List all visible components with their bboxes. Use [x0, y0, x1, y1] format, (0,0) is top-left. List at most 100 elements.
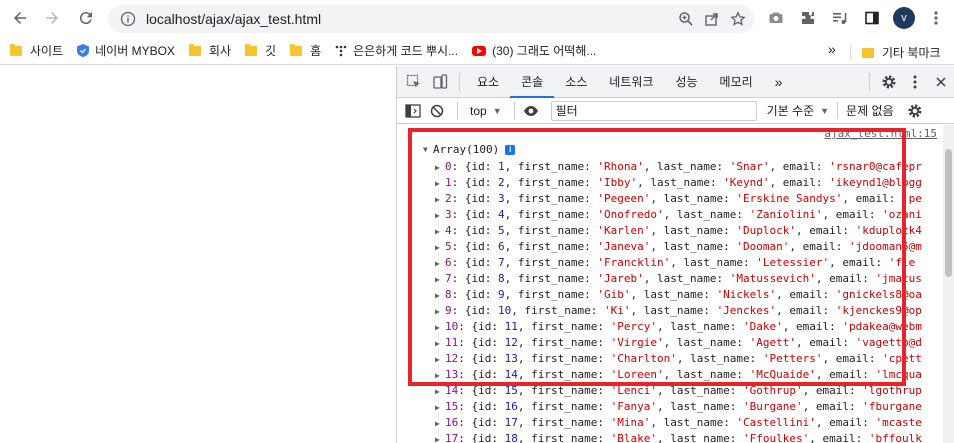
triangle-right-icon[interactable]: ▶: [435, 320, 445, 336]
side-panel-icon[interactable]: [858, 4, 886, 32]
bookmark-item[interactable]: 깃: [245, 42, 276, 59]
extensions-icon[interactable]: [794, 4, 822, 32]
triangle-right-icon[interactable]: ▶: [435, 288, 445, 304]
value-email: 'vagettb@d: [855, 336, 922, 349]
table-row[interactable]: ▶ 16: {id: 17, first_name: 'Mina', last_n…: [435, 415, 922, 431]
tab-network[interactable]: 네트워크: [598, 66, 664, 98]
zoom-icon[interactable]: [678, 11, 694, 27]
table-row[interactable]: ▶ 4: {id: 5, first_name: 'Karlen', last_n…: [435, 223, 922, 239]
tab-performance[interactable]: 성능: [664, 66, 708, 98]
eye-icon[interactable]: [521, 101, 541, 121]
more-tabs-button[interactable]: »: [764, 66, 794, 98]
avatar: v: [893, 7, 915, 29]
table-row[interactable]: ▶ 17: {id: 18, first_name: 'Blake', last_…: [435, 431, 922, 443]
issues-button[interactable]: 문제 없음: [837, 102, 894, 119]
info-icon[interactable]: i: [505, 144, 516, 155]
source-link[interactable]: ajax_test.html:15: [824, 127, 937, 140]
triangle-right-icon[interactable]: ▶: [435, 336, 445, 352]
bookmarks-overflow-button[interactable]: »: [828, 41, 836, 57]
share-icon[interactable]: [704, 11, 720, 27]
triangle-right-icon[interactable]: ▶: [435, 400, 445, 416]
value-last-name: 'Erskine Sandys': [736, 192, 843, 205]
row-index: 8: [445, 288, 452, 301]
star-icon[interactable]: [730, 11, 746, 27]
browser-toolbar: localhost/ajax/ajax_test.html v: [0, 0, 954, 37]
bookmark-item[interactable]: 회사: [188, 42, 231, 59]
clear-console-icon[interactable]: [427, 101, 447, 121]
bookmark-item[interactable]: 사이트: [10, 42, 63, 59]
triangle-right-icon[interactable]: ▶: [435, 208, 445, 224]
triangle-down-icon[interactable]: ▼: [423, 145, 433, 154]
bookmark-item[interactable]: 홈: [290, 42, 321, 59]
bookmark-item[interactable]: 네이버 MYBOX: [77, 42, 175, 59]
table-row[interactable]: ▶ 9: {id: 10, first_name: 'Ki', last_name…: [435, 303, 922, 319]
key: , first_name:: [504, 240, 598, 253]
value-first-name: 'Rhona': [597, 160, 644, 173]
table-row[interactable]: ▶ 8: {id: 9, first_name: 'Gib', last_name…: [435, 287, 922, 303]
arrow-left-icon: [14, 12, 26, 24]
table-row[interactable]: ▶ 6: {id: 7, first_name: 'Francklin', las…: [435, 255, 922, 271]
bookmark-item[interactable]: (30) 그래도 어떡해...: [472, 42, 596, 59]
punct: : {: [451, 208, 472, 221]
context-selector[interactable]: top ▼: [470, 104, 502, 118]
address-bar[interactable]: localhost/ajax/ajax_test.html: [108, 5, 754, 33]
triangle-right-icon[interactable]: ▶: [435, 256, 445, 272]
table-row[interactable]: ▶ 7: {id: 8, first_name: 'Jareb', last_na…: [435, 271, 922, 287]
value-first-name: 'Mina': [610, 416, 651, 429]
camera-extension-icon[interactable]: [762, 4, 790, 32]
back-button[interactable]: [4, 2, 36, 34]
forward-button[interactable]: [36, 2, 68, 34]
table-row[interactable]: ▶ 15: {id: 16, first_name: 'Fanya', last_…: [435, 399, 922, 415]
triangle-right-icon[interactable]: ▶: [435, 304, 445, 320]
filter-input[interactable]: [550, 100, 757, 121]
key: , email:: [796, 336, 856, 349]
settings-gear-icon[interactable]: [876, 69, 902, 95]
console-settings-gear-icon[interactable]: [906, 102, 924, 120]
table-row[interactable]: ▶ 11: {id: 12, first_name: 'Virgie', last…: [435, 335, 922, 351]
media-control-icon[interactable]: [826, 4, 854, 32]
devtools-menu-icon[interactable]: [902, 69, 928, 95]
table-row[interactable]: ▶ 2: {id: 3, first_name: 'Pegeen', last_n…: [435, 191, 922, 207]
value-first-name: 'Karlen': [597, 224, 651, 237]
sidebar-toggle-icon[interactable]: [403, 101, 423, 121]
bookmark-item[interactable]: 은은하게 코드 뿌시...: [335, 42, 458, 59]
profile-button[interactable]: v: [890, 4, 918, 32]
tab-console[interactable]: 콘솔: [510, 66, 555, 98]
device-toolbar-icon[interactable]: [427, 69, 453, 95]
url-text[interactable]: localhost/ajax/ajax_test.html: [146, 11, 321, 27]
close-devtools-icon[interactable]: [928, 69, 954, 95]
array-header[interactable]: ▼ Array(100) i: [423, 143, 516, 156]
triangle-right-icon[interactable]: ▶: [435, 192, 445, 208]
triangle-right-icon[interactable]: ▶: [435, 384, 445, 400]
triangle-right-icon[interactable]: ▶: [435, 272, 445, 288]
triangle-right-icon[interactable]: ▶: [435, 224, 445, 240]
tab-sources[interactable]: 소스: [554, 66, 598, 98]
triangle-right-icon[interactable]: ▶: [435, 176, 445, 192]
table-row[interactable]: ▶ 12: {id: 13, first_name: 'Charlton', la…: [435, 351, 922, 367]
triangle-right-icon[interactable]: ▶: [435, 368, 445, 384]
tab-elements[interactable]: 요소: [466, 66, 510, 98]
kebab-menu-icon[interactable]: [922, 4, 950, 32]
log-levels-dropdown[interactable]: 기본 수준 ▼: [767, 102, 829, 119]
triangle-right-icon[interactable]: ▶: [435, 240, 445, 256]
site-info-icon[interactable]: [120, 11, 136, 27]
other-bookmarks[interactable]: 기타 북마크: [862, 44, 941, 61]
table-row[interactable]: ▶ 5: {id: 6, first_name: 'Janeva', last_n…: [435, 239, 922, 255]
table-row[interactable]: ▶ 14: {id: 15, first_name: 'Lenci', last_…: [435, 383, 922, 399]
tab-memory[interactable]: 메모리: [709, 66, 764, 98]
table-row[interactable]: ▶ 1: {id: 2, first_name: 'Ibby', last_nam…: [435, 175, 922, 191]
table-row[interactable]: ▶ 0: {id: 1, first_name: 'Rhona', last_na…: [435, 159, 922, 175]
scrollbar-thumb[interactable]: [945, 149, 952, 277]
punct: : {: [451, 288, 472, 301]
reload-button[interactable]: [70, 2, 102, 34]
triangle-right-icon[interactable]: ▶: [435, 416, 445, 432]
table-row[interactable]: ▶ 3: {id: 4, first_name: 'Onofredo', last…: [435, 207, 922, 223]
triangle-right-icon[interactable]: ▶: [435, 160, 445, 176]
table-row[interactable]: ▶ 10: {id: 11, first_name: 'Percy', last_…: [435, 319, 922, 335]
table-row[interactable]: ▶ 13: {id: 14, first_name: 'Loreen', last…: [435, 367, 922, 383]
triangle-right-icon[interactable]: ▶: [435, 352, 445, 368]
console-scrollbar[interactable]: [943, 125, 954, 443]
triangle-right-icon[interactable]: ▶: [435, 432, 445, 443]
key: , last_name:: [663, 208, 750, 221]
inspect-element-icon[interactable]: [401, 69, 427, 95]
